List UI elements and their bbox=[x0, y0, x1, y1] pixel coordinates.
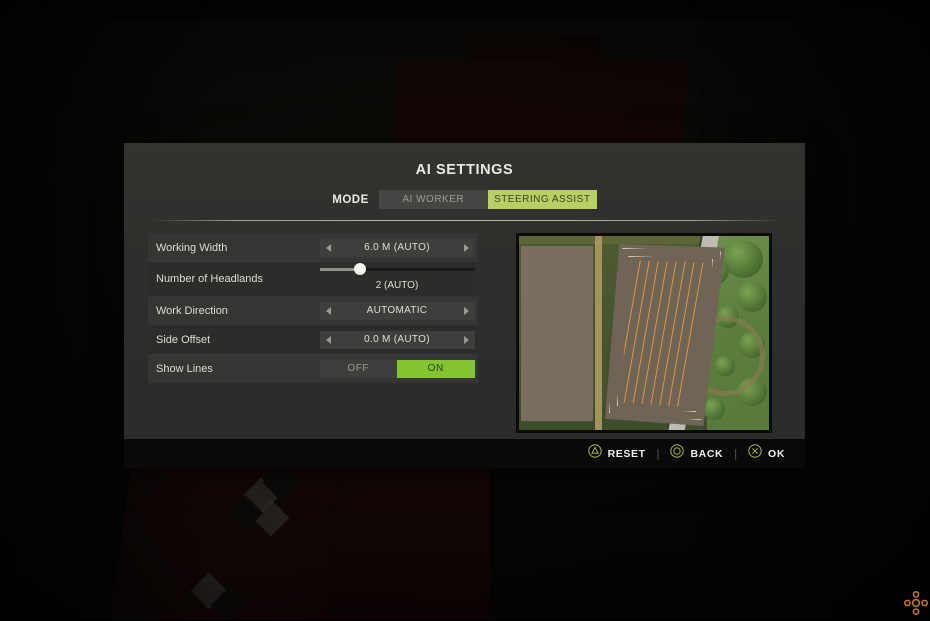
slider-knob[interactable] bbox=[353, 263, 366, 275]
reset-button[interactable]: RESET bbox=[587, 444, 646, 463]
ok-label: OK bbox=[768, 447, 785, 460]
header-divider bbox=[149, 220, 780, 221]
working-width-stepper[interactable]: 6.0 M (AUTO) bbox=[319, 238, 475, 257]
headlands-slider-wrap: 2 (AUTO) bbox=[319, 263, 475, 291]
settings-list: Working Width 6.0 M (AUTO) Number of Hea… bbox=[148, 233, 478, 433]
chevron-right-icon[interactable] bbox=[463, 306, 469, 315]
field-track bbox=[595, 236, 602, 430]
setting-label: Work Direction bbox=[156, 304, 228, 317]
toggle-off-option[interactable]: OFF bbox=[319, 359, 397, 378]
stepper-value: 0.0 M (AUTO) bbox=[364, 334, 430, 345]
setting-row-working-width: Working Width 6.0 M (AUTO) bbox=[148, 233, 478, 262]
setting-row-number-of-headlands: Number of Headlands 2 (AUTO) bbox=[148, 262, 478, 296]
slider-value: 2 (AUTO) bbox=[375, 279, 419, 291]
move-cursor-icon bbox=[903, 590, 929, 616]
setting-control: 2 (AUTO) bbox=[316, 263, 478, 291]
setting-row-show-lines: Show Lines OFF ON bbox=[148, 354, 478, 383]
field-map-preview bbox=[516, 233, 772, 433]
stepper-value: 6.0 M (AUTO) bbox=[364, 242, 430, 253]
action-separator: | bbox=[656, 447, 660, 460]
setting-control: 0.0 M (AUTO) bbox=[316, 330, 478, 349]
action-separator: | bbox=[734, 447, 738, 460]
chevron-right-icon[interactable] bbox=[463, 335, 469, 344]
setting-control: AUTOMATIC bbox=[316, 301, 478, 320]
stepper-value: AUTOMATIC bbox=[366, 305, 428, 316]
tree-icon bbox=[723, 240, 763, 278]
cross-button-icon bbox=[748, 444, 762, 463]
setting-label: Working Width bbox=[156, 241, 228, 254]
mode-selector-row: MODE AI WORKER STEERING ASSIST bbox=[124, 190, 805, 209]
back-label: BACK bbox=[690, 447, 724, 460]
setting-control: 6.0 M (AUTO) bbox=[316, 238, 478, 257]
work-direction-stepper[interactable]: AUTOMATIC bbox=[319, 301, 475, 320]
action-bar: RESET | BACK | OK bbox=[124, 439, 805, 468]
back-button[interactable]: BACK bbox=[670, 444, 723, 463]
setting-row-work-direction: Work Direction AUTOMATIC bbox=[148, 296, 478, 325]
chevron-right-icon[interactable] bbox=[463, 243, 469, 252]
tree-icon bbox=[737, 282, 767, 312]
dialog-content: Working Width 6.0 M (AUTO) Number of Hea… bbox=[124, 233, 805, 433]
triangle-button-icon bbox=[587, 444, 602, 463]
circle-button-icon bbox=[670, 444, 685, 463]
setting-label: Side Offset bbox=[156, 333, 211, 346]
mode-label: MODE bbox=[332, 193, 369, 206]
reset-label: RESET bbox=[607, 447, 646, 460]
ai-settings-dialog: AI SETTINGS MODE AI WORKER STEERING ASSI… bbox=[124, 143, 805, 468]
tab-ai-worker[interactable]: AI WORKER bbox=[378, 190, 488, 209]
setting-control: OFF ON bbox=[316, 359, 478, 378]
setting-row-side-offset: Side Offset 0.0 M (AUTO) bbox=[148, 325, 478, 354]
tab-steering-assist[interactable]: STEERING ASSIST bbox=[487, 190, 597, 209]
show-lines-toggle[interactable]: OFF ON bbox=[319, 359, 475, 378]
ok-button[interactable]: OK bbox=[748, 444, 785, 463]
headlands-slider[interactable] bbox=[319, 263, 475, 275]
mode-tab-group: AI WORKER STEERING ASSIST bbox=[378, 190, 597, 209]
toggle-on-option[interactable]: ON bbox=[397, 359, 475, 378]
side-offset-stepper[interactable]: 0.0 M (AUTO) bbox=[319, 330, 475, 349]
neighbor-field bbox=[521, 246, 593, 421]
setting-label: Number of Headlands bbox=[156, 273, 264, 285]
page-title: AI SETTINGS bbox=[415, 162, 514, 178]
setting-label: Show Lines bbox=[156, 362, 213, 375]
